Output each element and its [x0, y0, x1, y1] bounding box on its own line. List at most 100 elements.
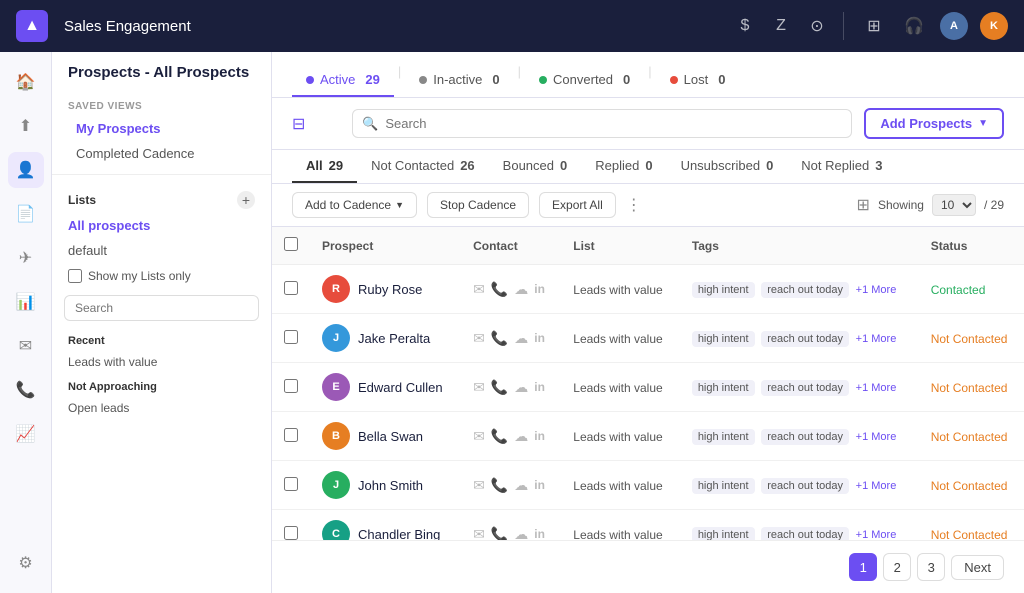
cloud-contact-icon-3[interactable]: ☁	[514, 428, 528, 445]
tag-more-0[interactable]: +1 More	[856, 284, 897, 296]
sub-tab-unsubscribed[interactable]: Unsubscribed 0	[667, 150, 788, 183]
cloud-contact-icon-5[interactable]: ☁	[514, 526, 528, 541]
show-my-lists-toggle[interactable]: Show my Lists only	[52, 263, 271, 289]
export-all-button[interactable]: Export All	[539, 192, 616, 218]
page-button-3[interactable]: 3	[917, 553, 945, 581]
linkedin-contact-icon-1[interactable]: in	[534, 331, 545, 345]
sub-tab-replied[interactable]: Replied 0	[581, 150, 666, 183]
showing-select[interactable]: 10 25 50	[932, 194, 976, 216]
home-icon[interactable]: 🏠	[8, 64, 44, 100]
dollar-icon[interactable]: $	[731, 12, 759, 40]
linkedin-contact-icon-3[interactable]: in	[534, 429, 545, 443]
sub-tab-all[interactable]: All 29	[292, 150, 357, 183]
toolbar-search-input[interactable]	[352, 109, 852, 138]
phone-icon[interactable]: 📞	[8, 372, 44, 408]
sidebar-list-default[interactable]: default	[52, 238, 271, 263]
email-contact-icon-4[interactable]: ✉	[473, 477, 485, 494]
headset-icon[interactable]: 🎧	[900, 12, 928, 40]
phone-contact-icon-0[interactable]: 📞	[491, 281, 508, 298]
phone-contact-icon-5[interactable]: 📞	[491, 526, 508, 541]
tag-2-5: reach out today	[761, 527, 849, 541]
tag-more-3[interactable]: +1 More	[856, 431, 897, 443]
user-icon[interactable]: Z	[767, 12, 795, 40]
prospect-name-1[interactable]: Jake Peralta	[358, 331, 430, 346]
sidebar-item-completed-cadence[interactable]: Completed Cadence	[60, 141, 263, 166]
show-my-lists-checkbox[interactable]	[68, 269, 82, 283]
stop-cadence-button[interactable]: Stop Cadence	[427, 192, 529, 218]
email-contact-icon-1[interactable]: ✉	[473, 330, 485, 347]
row-checkbox-0[interactable]	[284, 281, 298, 295]
cloud-contact-icon-1[interactable]: ☁	[514, 330, 528, 347]
people-icon[interactable]: 👤	[8, 152, 44, 188]
analytics-icon[interactable]: 📈	[8, 416, 44, 452]
sidebar-search[interactable]	[64, 295, 259, 321]
cloud-contact-icon-0[interactable]: ☁	[514, 281, 528, 298]
search-icon: 🔍	[362, 116, 378, 132]
sidebar-item-my-prospects[interactable]: My Prospects	[60, 116, 263, 141]
prospect-name-2[interactable]: Edward Cullen	[358, 380, 443, 395]
page-button-2[interactable]: 2	[883, 553, 911, 581]
cloud-contact-icon-2[interactable]: ☁	[514, 379, 528, 396]
settings-icon[interactable]: ⚙	[8, 545, 44, 581]
sub-tab-not-replied[interactable]: Not Replied 3	[787, 150, 896, 183]
add-prospects-button[interactable]: Add Prospects ▼	[864, 108, 1004, 139]
status-tab-inactive[interactable]: In-active 0	[405, 64, 513, 97]
sub-tab-not-contacted[interactable]: Not Contacted 26	[357, 150, 489, 183]
prospect-name-0[interactable]: Ruby Rose	[358, 282, 422, 297]
phone-contact-icon-3[interactable]: 📞	[491, 428, 508, 445]
toolbar-search-wrapper: 🔍	[352, 109, 852, 138]
row-checkbox-4[interactable]	[284, 477, 298, 491]
send-icon[interactable]: ✈	[8, 240, 44, 276]
tag-more-2[interactable]: +1 More	[856, 382, 897, 394]
status-tab-converted[interactable]: Converted 0	[525, 64, 644, 97]
row-checkbox-2[interactable]	[284, 379, 298, 393]
sidebar-open-leads[interactable]: Open leads	[52, 397, 271, 419]
add-list-button[interactable]: +	[237, 191, 255, 209]
cloud-contact-icon-4[interactable]: ☁	[514, 477, 528, 494]
linkedin-contact-icon-2[interactable]: in	[534, 380, 545, 394]
email-contact-icon-0[interactable]: ✉	[473, 281, 485, 298]
tag-more-5[interactable]: +1 More	[856, 529, 897, 541]
prospect-name-3[interactable]: Bella Swan	[358, 429, 423, 444]
upload-icon[interactable]: ⬆	[8, 108, 44, 144]
app-logo[interactable]: ▲	[16, 10, 48, 42]
document-icon[interactable]: 📄	[8, 196, 44, 232]
phone-contact-icon-1[interactable]: 📞	[491, 330, 508, 347]
prospect-name-5[interactable]: Chandler Bing	[358, 527, 440, 541]
status-tab-lost[interactable]: Lost 0	[656, 64, 740, 97]
prospect-name-4[interactable]: John Smith	[358, 478, 423, 493]
sidebar-recent-leads[interactable]: Leads with value	[52, 351, 271, 373]
sub-tab-bounced[interactable]: Bounced 0	[489, 150, 582, 183]
linkedin-contact-icon-0[interactable]: in	[534, 282, 545, 296]
more-options-icon[interactable]: ⋮	[626, 195, 642, 215]
linkedin-contact-icon-5[interactable]: in	[534, 527, 545, 540]
tag-more-4[interactable]: +1 More	[856, 480, 897, 492]
avatar-a[interactable]: A	[940, 12, 968, 40]
add-to-cadence-button[interactable]: Add to Cadence ▼	[292, 192, 417, 218]
page-next-button[interactable]: Next	[951, 555, 1004, 580]
chart-icon[interactable]: 📊	[8, 284, 44, 320]
sidebar-search-input[interactable]	[64, 295, 259, 321]
page-button-1[interactable]: 1	[849, 553, 877, 581]
linkedin-contact-icon-4[interactable]: in	[534, 478, 545, 492]
select-all-checkbox[interactable]	[284, 237, 298, 251]
row-checkbox-1[interactable]	[284, 330, 298, 344]
showing-total: / 29	[984, 198, 1004, 212]
email-contact-icon-2[interactable]: ✉	[473, 379, 485, 396]
avatar-k[interactable]: K	[980, 12, 1008, 40]
email-contact-icon-3[interactable]: ✉	[473, 428, 485, 445]
row-checkbox-3[interactable]	[284, 428, 298, 442]
grid-view-icon[interactable]: ⊞	[857, 195, 870, 215]
circle-icon[interactable]: ⊙	[803, 12, 831, 40]
phone-contact-icon-4[interactable]: 📞	[491, 477, 508, 494]
list-badge-4: Leads with value	[573, 479, 662, 493]
email-contact-icon-5[interactable]: ✉	[473, 526, 485, 541]
row-checkbox-5[interactable]	[284, 526, 298, 540]
tag-more-1[interactable]: +1 More	[856, 333, 897, 345]
sidebar-list-all-prospects[interactable]: All prospects	[52, 213, 271, 238]
phone-contact-icon-2[interactable]: 📞	[491, 379, 508, 396]
grid-nav-icon[interactable]: ⊞	[860, 12, 888, 40]
status-tab-active[interactable]: Active 29	[292, 64, 394, 97]
email-icon[interactable]: ✉	[8, 328, 44, 364]
filter-icon[interactable]: ⊟	[292, 114, 305, 134]
